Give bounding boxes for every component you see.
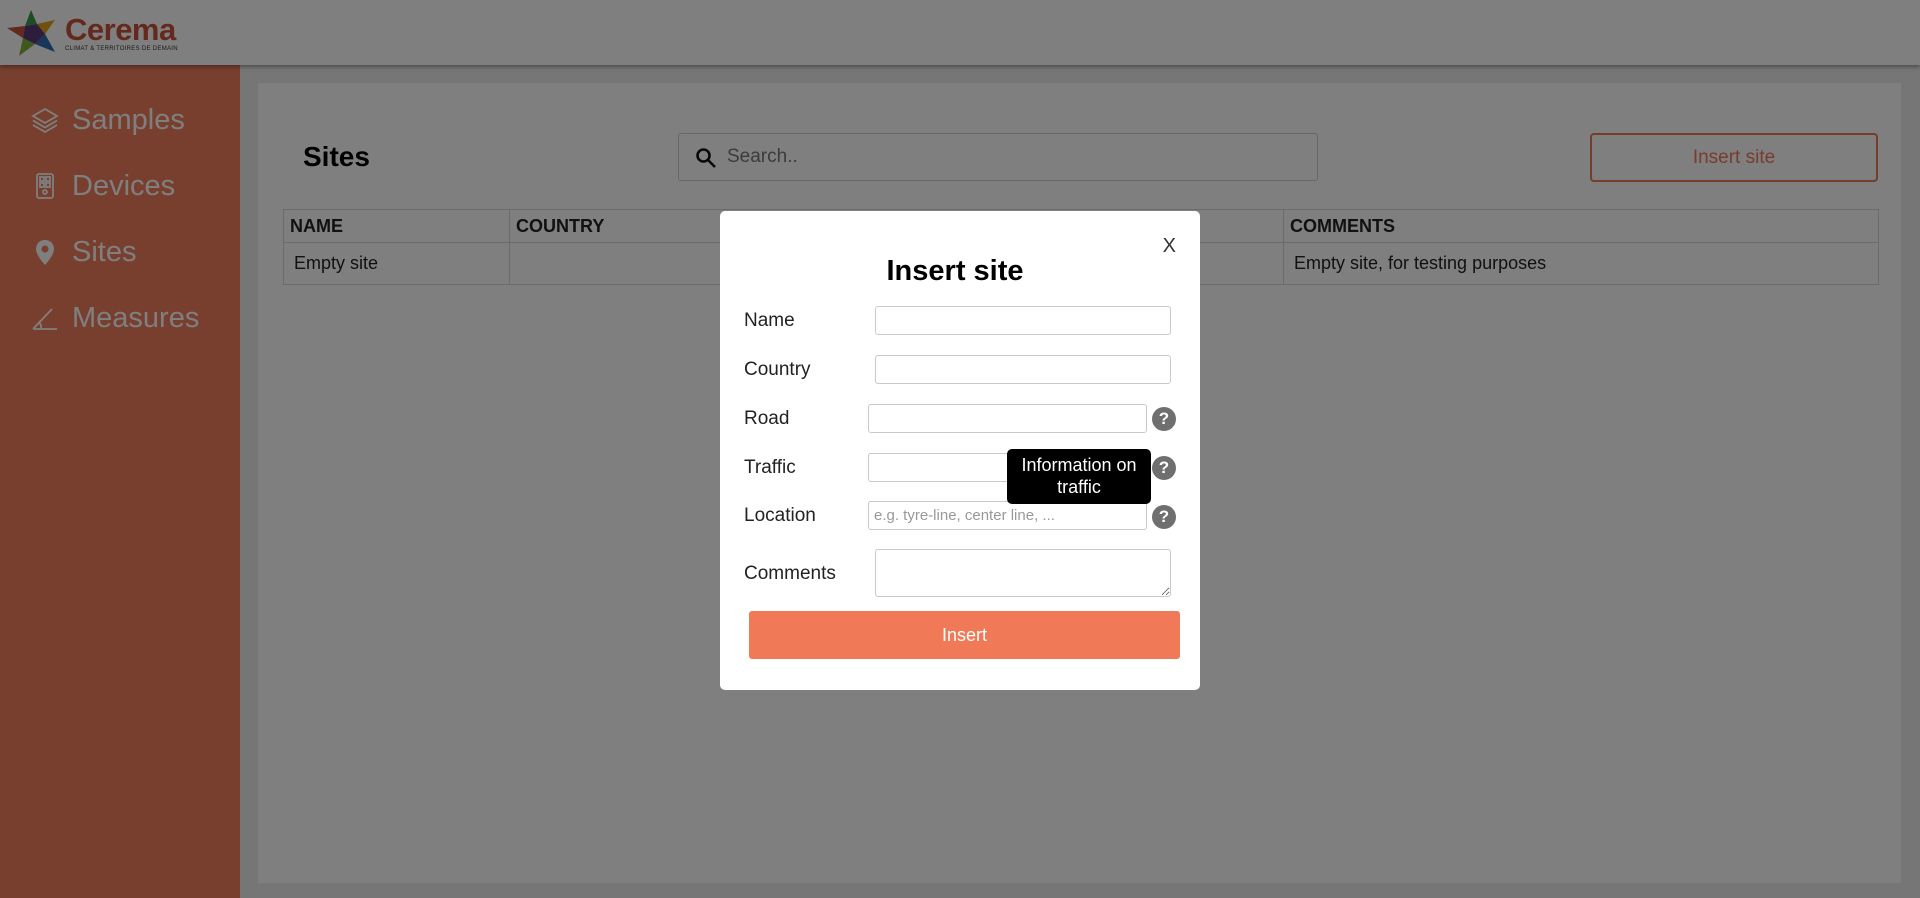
insert-site-dialog: X Insert site Name Country Road ? Traffi… [720, 211, 1200, 690]
road-help-icon[interactable]: ? [1152, 407, 1176, 431]
traffic-help-icon[interactable]: ? [1152, 456, 1176, 480]
location-label: Location [744, 505, 816, 526]
road-field[interactable] [868, 404, 1147, 433]
location-help-icon[interactable]: ? [1152, 505, 1176, 529]
insert-button[interactable]: Insert [749, 611, 1180, 659]
country-field[interactable] [875, 355, 1171, 384]
dialog-title-wrap: Insert site [720, 255, 1200, 288]
name-field[interactable] [875, 306, 1171, 335]
location-field[interactable] [868, 501, 1147, 530]
comments-label: Comments [744, 563, 836, 584]
road-label: Road [744, 408, 790, 429]
traffic-tooltip: Information on traffic [1007, 449, 1151, 504]
name-label: Name [744, 310, 795, 331]
country-label: Country [744, 359, 811, 380]
comments-field[interactable] [875, 549, 1171, 597]
dialog-title: Insert site [886, 255, 1024, 287]
traffic-label: Traffic [744, 457, 796, 478]
